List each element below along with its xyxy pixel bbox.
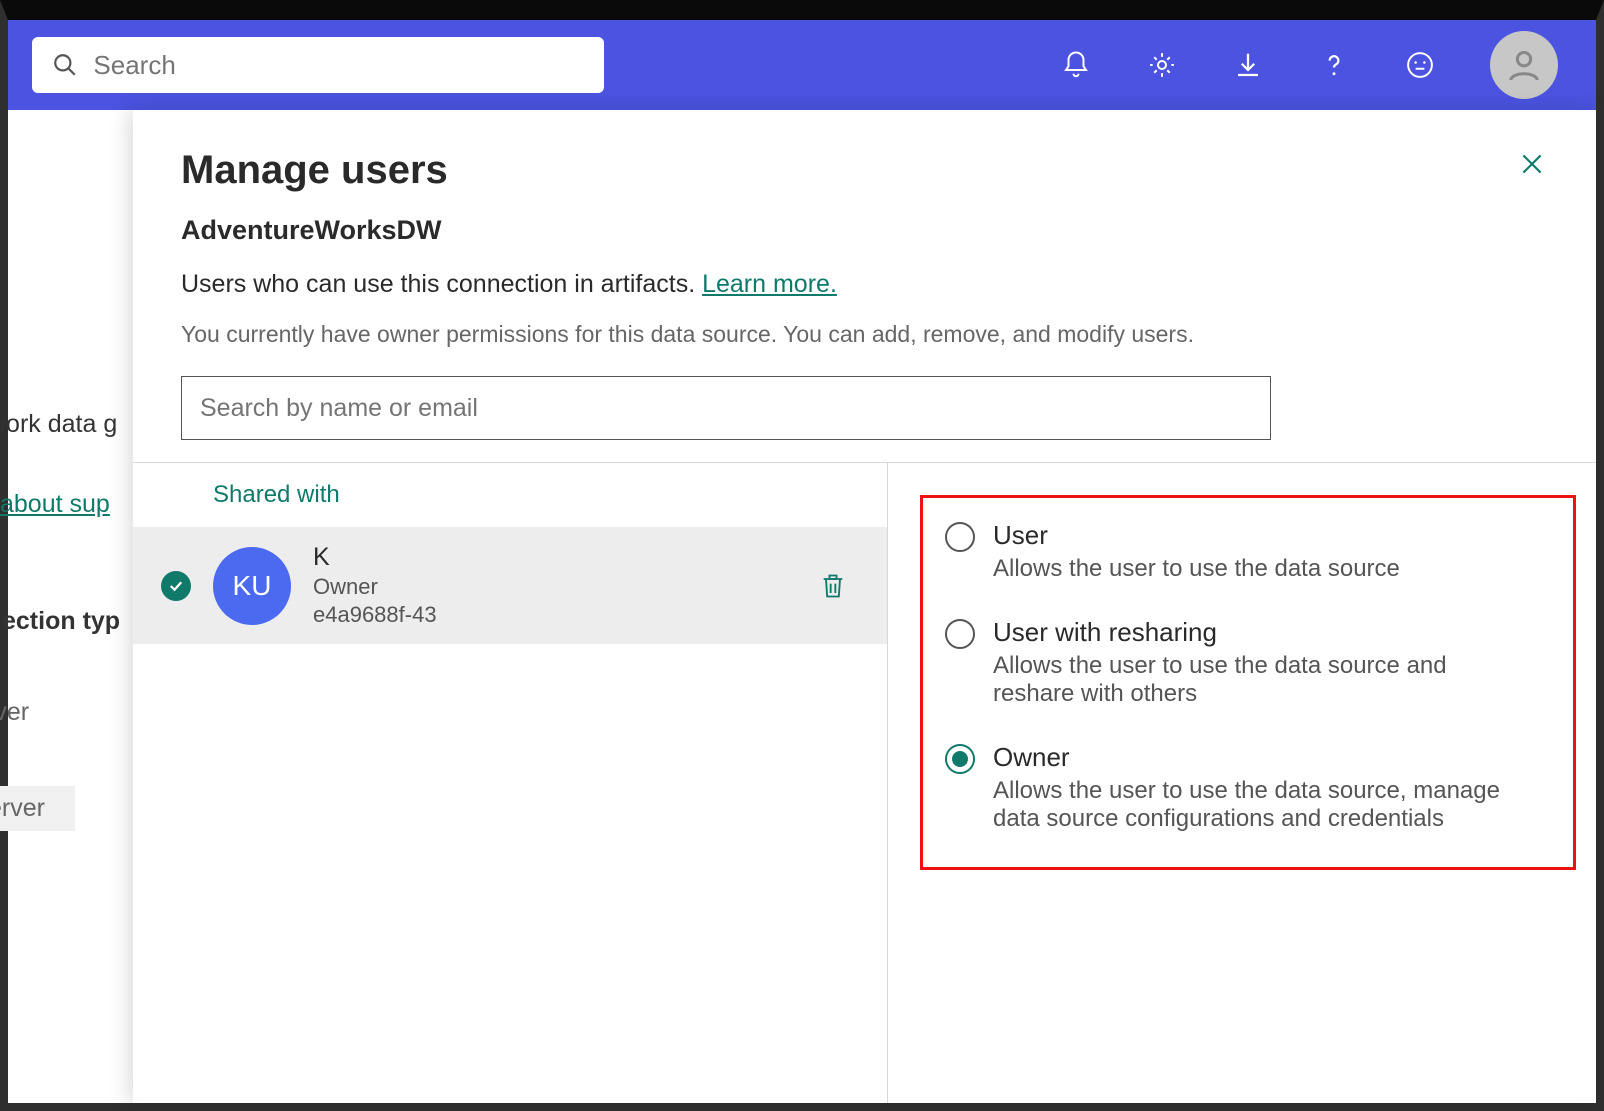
learn-more-link[interactable]: Learn more.: [702, 270, 837, 298]
bg-text: rver: [0, 698, 29, 727]
user-avatar-circle: KU: [213, 547, 291, 625]
delete-user-button[interactable]: [817, 570, 849, 602]
feedback-icon[interactable]: [1404, 49, 1436, 81]
manage-users-panel: Manage users AdventureWorksDW Users who …: [133, 110, 1596, 1103]
bg-text: ection typ: [2, 607, 120, 636]
bg-text: erver: [0, 786, 75, 831]
desc-text: Users who can use this connection in art…: [181, 270, 702, 298]
bell-icon[interactable]: [1060, 49, 1092, 81]
user-meta: K Owner e4a9688f-43: [313, 543, 795, 628]
user-row[interactable]: KU K Owner e4a9688f-43: [133, 527, 887, 644]
role-desc: Allows the user to use the data source: [993, 555, 1400, 583]
header-actions: [1060, 31, 1558, 99]
role-desc: Allows the user to use the data source a…: [993, 652, 1513, 708]
user-role: Owner: [313, 574, 795, 600]
role-title: User with resharing: [993, 617, 1513, 648]
user-avatar[interactable]: [1490, 31, 1558, 99]
user-search-input[interactable]: [181, 376, 1271, 440]
role-option-user[interactable]: User Allows the user to use the data sou…: [945, 520, 1555, 583]
app-header: [8, 20, 1596, 110]
bg-text: work data g: [0, 410, 117, 439]
gear-icon[interactable]: [1146, 49, 1178, 81]
radio-icon: [945, 744, 975, 774]
panel-description: Users who can use this connection in art…: [181, 270, 1548, 299]
bg-link[interactable]: about sup: [0, 490, 110, 519]
shared-with-tab[interactable]: Shared with: [133, 463, 887, 527]
close-button[interactable]: [1516, 148, 1548, 180]
role-title: User: [993, 520, 1400, 551]
user-name: K: [313, 543, 795, 572]
role-desc: Allows the user to use the data source, …: [993, 777, 1513, 833]
radio-icon: [945, 522, 975, 552]
panel-title: Manage users: [181, 148, 448, 193]
global-search[interactable]: [32, 37, 604, 93]
download-icon[interactable]: [1232, 49, 1264, 81]
panel-note: You currently have owner permissions for…: [181, 321, 1548, 348]
global-search-input[interactable]: [93, 50, 586, 81]
radio-icon: [945, 619, 975, 649]
role-selector: User Allows the user to use the data sou…: [888, 463, 1596, 1103]
role-title: Owner: [993, 742, 1513, 773]
panel-body: Shared with KU K Owner e4a9688f-43: [133, 462, 1596, 1103]
user-id: e4a9688f-43: [313, 602, 795, 628]
app-frame: work data g about sup ection typ rver er…: [0, 0, 1604, 1111]
role-option-user-resharing[interactable]: User with resharing Allows the user to u…: [945, 617, 1555, 708]
panel-subtitle: AdventureWorksDW: [181, 215, 1548, 246]
roles-highlight: User Allows the user to use the data sou…: [920, 495, 1576, 870]
help-icon[interactable]: [1318, 49, 1350, 81]
search-icon: [50, 49, 79, 81]
underlay-page: work data g about sup ection typ rver er…: [8, 110, 1596, 1103]
role-option-owner[interactable]: Owner Allows the user to use the data so…: [945, 742, 1555, 833]
users-list: Shared with KU K Owner e4a9688f-43: [133, 463, 888, 1103]
check-icon: [161, 571, 191, 601]
